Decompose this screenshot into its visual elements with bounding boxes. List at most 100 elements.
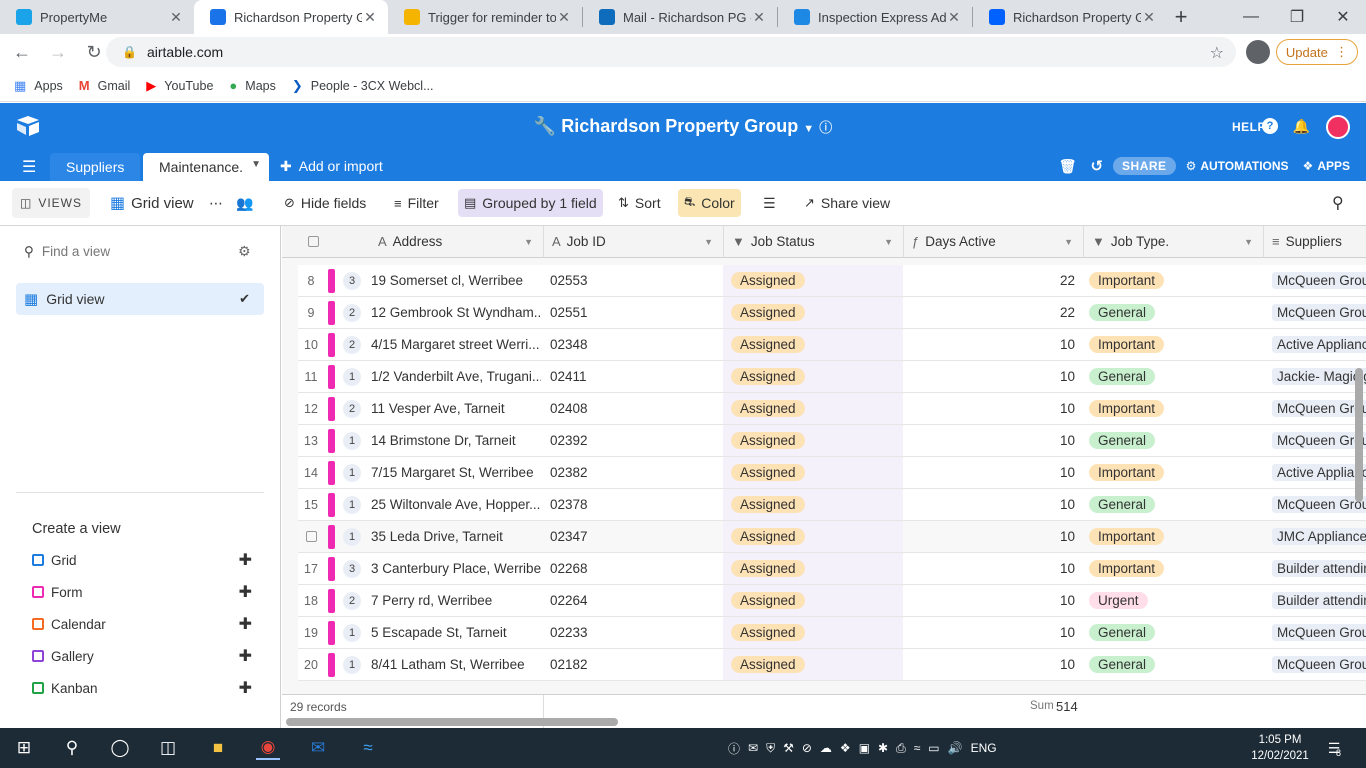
suppliers-cell[interactable]: McQueen Group	[1264, 617, 1366, 648]
job-status-cell[interactable]: Assigned	[723, 329, 903, 360]
job-id-cell[interactable]: 02551	[550, 297, 720, 328]
job-id-cell[interactable]: 02182	[550, 649, 720, 680]
job-status-cell[interactable]: Assigned	[723, 457, 903, 488]
group-button[interactable]: ▤ Grouped by 1 field	[458, 189, 603, 217]
job-type-cell[interactable]: General	[1083, 617, 1263, 648]
job-id-cell[interactable]: 02378	[550, 489, 720, 520]
days-active-cell[interactable]: 22	[903, 297, 1083, 328]
table-row[interactable]: 15 1 25 Wiltonvale Ave, Hopper... 02378 Assi…	[298, 489, 1366, 521]
job-id-cell[interactable]: 02382	[550, 457, 720, 488]
close-icon[interactable]: ✕	[556, 9, 572, 26]
blocked-icon[interactable]: ⊘	[802, 741, 812, 755]
dropbox-icon[interactable]: ❖	[840, 741, 851, 755]
chevron-down-icon[interactable]: ▼	[884, 237, 893, 247]
bookmark-apps[interactable]: ▦ Apps	[14, 78, 63, 94]
job-type-cell[interactable]: Important	[1083, 457, 1263, 488]
suppliers-cell[interactable]: McQueen Group	[1264, 649, 1366, 680]
column-days-active[interactable]: ƒ Days Active ▼	[904, 226, 1084, 258]
days-active-cell[interactable]: 10	[903, 393, 1083, 424]
suppliers-cell[interactable]: Active Appliance	[1264, 457, 1366, 488]
browser-tab[interactable]: Richardson Property Gr ✕	[973, 0, 1167, 34]
sort-button[interactable]: ⇅ Sort	[612, 189, 667, 217]
apps-button[interactable]: APPS	[1317, 159, 1350, 173]
browser-tab[interactable]: Richardson Property Gr ✕	[194, 0, 388, 34]
days-active-cell[interactable]: 10	[903, 425, 1083, 456]
plus-icon[interactable]: ✚	[239, 550, 252, 570]
address-cell[interactable]: 7/15 Margaret St, Werribee	[371, 457, 541, 488]
job-type-cell[interactable]: Important	[1083, 553, 1263, 584]
bookmark-youtube[interactable]: ▶ YouTube	[146, 78, 213, 94]
view-more-icon[interactable]: ⋯	[203, 189, 229, 217]
table-row[interactable]: 10 2 4/15 Margaret street Werri... 02348 Ass…	[298, 329, 1366, 361]
suppliers-cell[interactable]: McQueen Group	[1264, 297, 1366, 328]
comment-count-badge[interactable]: 1	[343, 624, 361, 642]
table-row[interactable]: 9 2 12 Gembrook St Wyndham... 02551 Assigned…	[298, 297, 1366, 329]
job-type-cell[interactable]: Important	[1083, 521, 1263, 552]
restore-icon[interactable]: ❐	[1274, 0, 1320, 34]
job-status-cell[interactable]: Assigned	[723, 393, 903, 424]
clock[interactable]: 1:05 PM 12/02/2021	[1248, 732, 1312, 764]
info-icon[interactable]: ⓘ	[819, 120, 832, 135]
chrome-icon[interactable]: ◉	[256, 736, 280, 760]
job-type-cell[interactable]: General	[1083, 489, 1263, 520]
task-view-icon[interactable]: ◫	[156, 736, 180, 760]
outlook-tray-icon[interactable]: ✉	[748, 741, 758, 755]
address-cell[interactable]: 12 Gembrook St Wyndham...	[371, 297, 541, 328]
days-active-cell[interactable]: 10	[903, 329, 1083, 360]
chevron-down-icon[interactable]: ▼	[1064, 237, 1073, 247]
days-active-cell[interactable]: 10	[903, 553, 1083, 584]
outlook-icon[interactable]: ✉	[306, 736, 330, 760]
address-cell[interactable]: 14 Brimstone Dr, Tarneit	[371, 425, 541, 456]
bookmark-star-icon[interactable]: ☆	[1210, 43, 1224, 63]
wifi-app-icon[interactable]: ≈	[356, 736, 380, 760]
job-type-cell[interactable]: Urgent	[1083, 585, 1263, 616]
job-status-cell[interactable]: Assigned	[723, 361, 903, 392]
language-indicator[interactable]: ENG	[971, 741, 997, 755]
job-id-cell[interactable]: 02392	[550, 425, 720, 456]
browser-tab[interactable]: Mail - Richardson PG - ✕	[583, 0, 777, 34]
close-icon[interactable]: ✕	[1141, 9, 1157, 26]
job-id-cell[interactable]: 02233	[550, 617, 720, 648]
bookmark-3cx[interactable]: ❯ People - 3CX Webcl...	[292, 78, 434, 94]
comment-count-badge[interactable]: 1	[343, 368, 361, 386]
browser-tab[interactable]: Inspection Express Adm ✕	[778, 0, 972, 34]
job-status-cell[interactable]: Assigned	[723, 585, 903, 616]
suppliers-cell[interactable]: McQueen Group	[1264, 265, 1366, 296]
address-cell[interactable]: 11 Vesper Ave, Tarneit	[371, 393, 541, 424]
job-type-cell[interactable]: Important	[1083, 329, 1263, 360]
tools-icon[interactable]: ⚒	[783, 741, 794, 755]
comment-count-badge[interactable]: 1	[343, 464, 361, 482]
days-active-cell[interactable]: 10	[903, 489, 1083, 520]
days-active-cell[interactable]: 10	[903, 457, 1083, 488]
job-type-cell[interactable]: General	[1083, 649, 1263, 680]
browser-tab[interactable]: Trigger for reminder to ✕	[388, 0, 582, 34]
comment-count-badge[interactable]: 1	[343, 528, 361, 546]
close-icon[interactable]: ✕	[168, 9, 184, 26]
comment-count-badge[interactable]: 2	[343, 336, 361, 354]
tab-suppliers[interactable]: Suppliers	[50, 153, 141, 181]
comment-count-badge[interactable]: 3	[343, 272, 361, 290]
new-tab-icon[interactable]: +	[1167, 0, 1195, 34]
suppliers-cell[interactable]: Builder attending	[1264, 553, 1366, 584]
table-row[interactable]: 13 1 14 Brimstone Dr, Tarneit 02392 Assigned…	[298, 425, 1366, 457]
gear-icon[interactable]: ⚙	[238, 243, 251, 260]
job-status-cell[interactable]: Assigned	[723, 489, 903, 520]
job-id-cell[interactable]: 02408	[550, 393, 720, 424]
plus-icon[interactable]: ✚	[239, 646, 252, 666]
close-icon[interactable]: ✕	[751, 9, 767, 26]
share-view-button[interactable]: ↗ Share view	[798, 189, 896, 217]
table-row[interactable]: 20 1 8/41 Latham St, Werribee 02182 Assigned…	[298, 649, 1366, 681]
column-suppliers[interactable]: ≡ Suppliers	[1264, 226, 1366, 258]
volume-icon[interactable]: 🔊	[948, 741, 963, 755]
address-cell[interactable]: 3 Canterbury Place, Werribee	[371, 553, 541, 584]
menu-icon[interactable]: ☰	[22, 157, 36, 177]
collaborators-icon[interactable]: 👥	[230, 189, 259, 217]
days-active-cell[interactable]: 10	[903, 649, 1083, 680]
display-icon[interactable]: ▣	[859, 741, 870, 755]
column-job-type[interactable]: ▼ Job Type. ▼	[1084, 226, 1264, 258]
address-bar[interactable]: 🔒 airtable.com ☆	[106, 37, 1236, 67]
days-active-cell[interactable]: 10	[903, 521, 1083, 552]
automations-button[interactable]: AUTOMATIONS	[1200, 159, 1288, 173]
bluetooth-icon[interactable]: ✱	[878, 741, 888, 755]
chevron-down-icon[interactable]: ▼	[251, 159, 261, 170]
